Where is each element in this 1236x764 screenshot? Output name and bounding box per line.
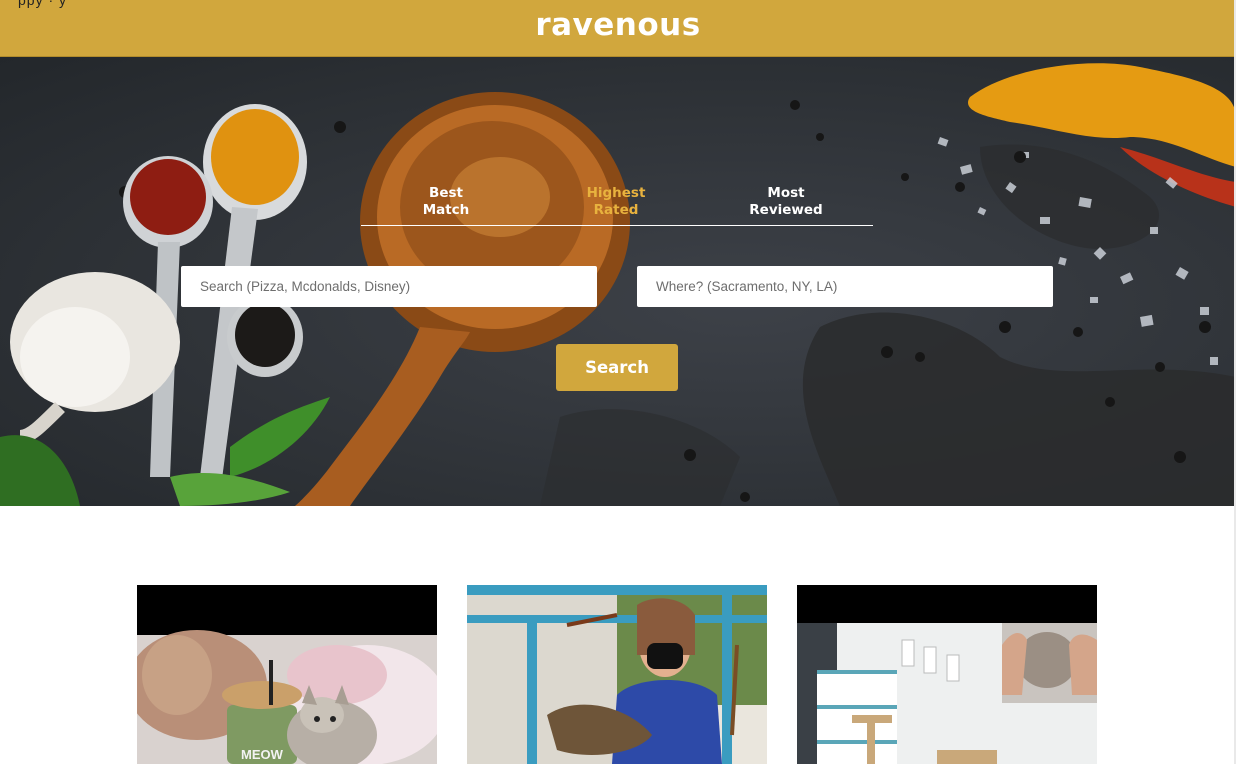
business-card[interactable] <box>797 585 1097 764</box>
sort-option-label: Highest <box>586 185 646 201</box>
business-card[interactable]: MEOW <box>137 585 437 764</box>
sort-option-label: Match <box>422 202 470 218</box>
search-button[interactable]: Search <box>556 344 678 391</box>
cup-text: MEOW <box>241 747 284 762</box>
header-bar: ppy · y ravenous <box>0 0 1236 57</box>
search-term-input[interactable] <box>181 266 597 307</box>
sort-option-label: Best <box>429 185 463 201</box>
sort-option-label: Reviewed <box>749 202 823 218</box>
brand-logo[interactable]: ravenous <box>0 7 1236 43</box>
business-image <box>467 585 767 764</box>
hero-banner: Best Match Highest Rated Most Reviewed S… <box>0 57 1236 506</box>
business-card[interactable] <box>467 585 767 764</box>
business-image: MEOW <box>137 585 437 764</box>
search-location-input[interactable] <box>637 266 1053 307</box>
sort-option-best-match[interactable]: Best Match <box>361 185 531 225</box>
sort-options: Best Match Highest Rated Most Reviewed <box>361 185 873 226</box>
app-window: ppy · y ravenous Best Match Highest Rate… <box>0 0 1236 764</box>
sort-option-highest-rated[interactable]: Highest Rated <box>531 185 701 225</box>
business-list: MEOW <box>0 506 1236 764</box>
business-image <box>797 585 1097 764</box>
sort-option-most-reviewed[interactable]: Most Reviewed <box>701 185 871 225</box>
sort-option-label: Rated <box>593 202 639 218</box>
sort-option-label: Most <box>767 185 805 201</box>
